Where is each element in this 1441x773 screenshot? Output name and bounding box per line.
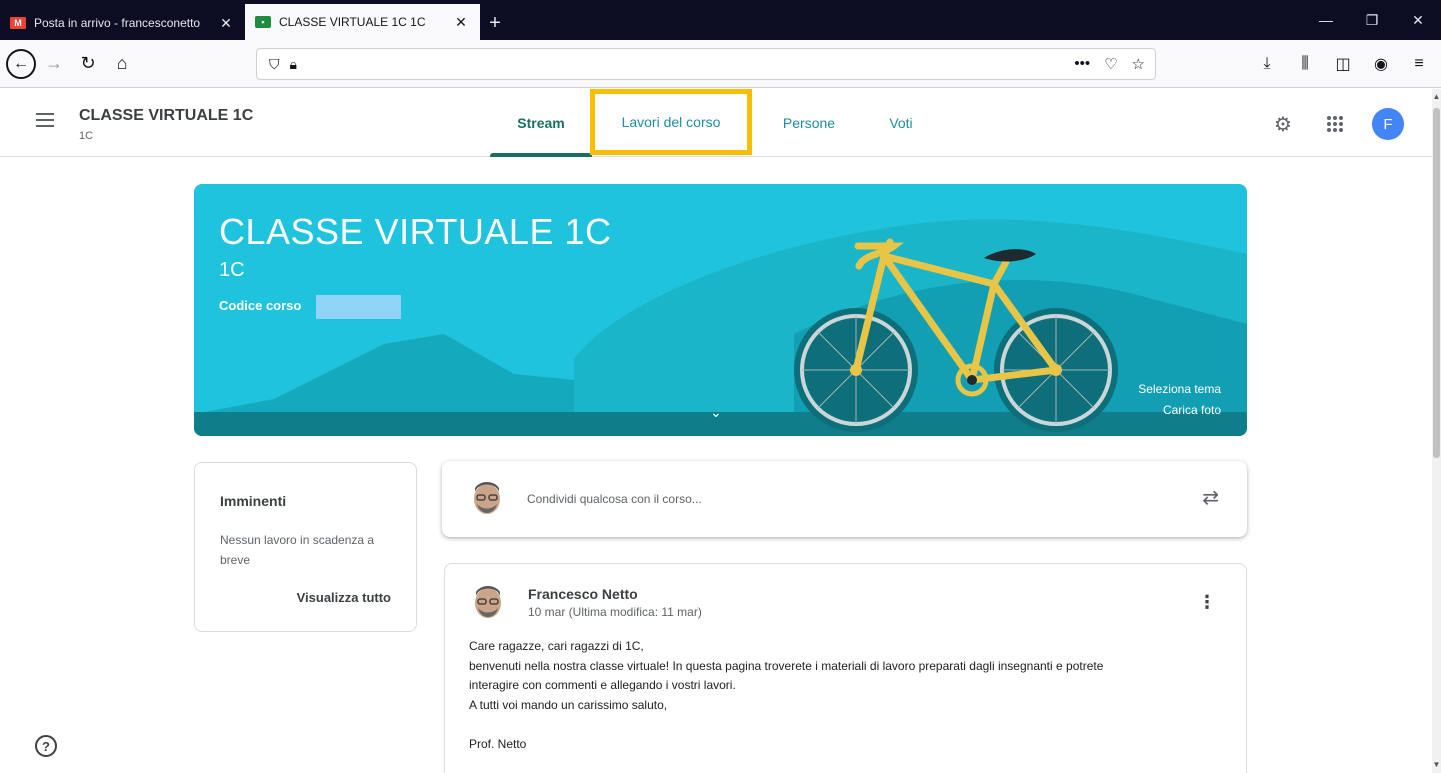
- account-avatar[interactable]: F: [1372, 108, 1404, 140]
- browser-tab-classroom[interactable]: ▪ CLASSE VIRTUALE 1C 1C ✕: [245, 4, 480, 40]
- pocket-icon[interactable]: ♡: [1104, 55, 1117, 73]
- tab-title: Posta in arrivo - francesconetto: [34, 16, 201, 30]
- post-body: Care ragazze, cari ragazzi di 1C, benven…: [469, 637, 1229, 754]
- new-tab-button[interactable]: +: [480, 6, 510, 40]
- tab-persone[interactable]: Persone: [766, 89, 852, 157]
- post-line: interagire con commenti e allegando i vo…: [469, 678, 736, 692]
- upcoming-title: Imminenti: [220, 493, 287, 509]
- view-all-link[interactable]: Visualizza tutto: [297, 590, 391, 605]
- browser-tab-strip: M Posta in arrivo - francesconetto ✕ ▪ C…: [0, 0, 1441, 40]
- help-icon[interactable]: ?: [35, 735, 57, 757]
- upload-photo-link[interactable]: Carica foto: [1163, 403, 1221, 417]
- post-line: Care ragazze, cari ragazzi di 1C,: [469, 639, 644, 653]
- window-controls: — ❐ ✕: [1303, 0, 1441, 40]
- apps-grid-icon[interactable]: [1322, 111, 1348, 137]
- banner-title[interactable]: CLASSE VIRTUALE 1C: [219, 211, 611, 253]
- back-icon[interactable]: ←: [6, 48, 36, 79]
- classroom-icon: ▪: [255, 16, 271, 28]
- class-title[interactable]: CLASSE VIRTUALE 1C: [79, 107, 253, 125]
- class-banner: CLASSE VIRTUALE 1C 1C Codice corso ⌄ Sel…: [194, 184, 1247, 436]
- restore-button[interactable]: ❐: [1349, 0, 1395, 40]
- post-line: A tutti voi mando un carissimo saluto,: [469, 697, 668, 712]
- main-menu-icon[interactable]: [36, 113, 54, 127]
- close-icon[interactable]: ✕: [452, 14, 470, 31]
- page-actions-icon[interactable]: •••: [1074, 55, 1090, 73]
- post-author: Francesco Netto: [528, 586, 638, 602]
- tab-lavori-del-corso[interactable]: Lavori del corso: [590, 89, 752, 155]
- shield-icon[interactable]: ⛉: [269, 56, 280, 73]
- browser-tab-gmail[interactable]: M Posta in arrivo - francesconetto ✕: [0, 6, 245, 40]
- share-placeholder[interactable]: Condividi qualcosa con il corso...: [527, 492, 702, 506]
- announcement-post: Francesco Netto 10 mar (Ultima modifica:…: [444, 563, 1247, 773]
- chevron-down-icon[interactable]: ⌄: [710, 404, 722, 421]
- settings-gear-icon[interactable]: ⚙: [1270, 111, 1296, 137]
- tab-title: CLASSE VIRTUALE 1C 1C: [279, 15, 426, 29]
- course-code-label: Codice corso: [219, 298, 302, 313]
- sidebar-icon[interactable]: ◫: [1327, 48, 1359, 80]
- home-icon[interactable]: ⌂: [106, 48, 138, 80]
- library-icon[interactable]: ⫼: [1289, 48, 1321, 80]
- scrollbar-thumb[interactable]: [1433, 108, 1440, 458]
- post-date: 10 mar (Ultima modifica: 11 mar): [528, 605, 702, 619]
- post-line: benvenuti nella nostra classe virtuale! …: [469, 658, 1104, 673]
- window-close-button[interactable]: ✕: [1395, 0, 1441, 40]
- url-bar[interactable]: ⛉ 🔒︎ ••• ♡ ☆: [256, 48, 1156, 80]
- course-code-redacted: [316, 295, 401, 319]
- bookmark-star-icon[interactable]: ☆: [1132, 55, 1145, 73]
- forward-icon[interactable]: →: [38, 48, 70, 80]
- post-signature: Prof. Netto: [469, 736, 527, 751]
- close-icon[interactable]: ✕: [217, 15, 235, 32]
- browser-toolbar: ← → ↻ ⌂ ⛉ 🔒︎ ••• ♡ ☆ ⤓ ⫼ ◫ ◉ ≡: [0, 40, 1441, 88]
- minimize-button[interactable]: —: [1303, 0, 1349, 40]
- banner-section: 1C: [219, 259, 245, 281]
- classroom-header: CLASSE VIRTUALE 1C 1C Stream Lavori del …: [0, 89, 1432, 157]
- download-icon[interactable]: ⤓: [1251, 48, 1283, 80]
- reload-icon[interactable]: ↻: [72, 48, 104, 80]
- scroll-down-icon[interactable]: ▼: [1432, 760, 1441, 772]
- upcoming-empty-text: Nessun lavoro in scadenza a breve: [220, 533, 375, 567]
- upcoming-card: Imminenti Nessun lavoro in scadenza a br…: [194, 462, 417, 632]
- repost-icon[interactable]: ⇄: [1202, 485, 1219, 510]
- select-theme-link[interactable]: Seleziona tema: [1138, 382, 1221, 396]
- tab-voti[interactable]: Voti: [870, 89, 932, 157]
- menu-icon[interactable]: ≡: [1403, 48, 1435, 80]
- gmail-icon: M: [10, 17, 26, 29]
- lock-icon[interactable]: 🔒︎: [290, 56, 297, 73]
- scroll-up-icon[interactable]: ▲: [1432, 92, 1441, 104]
- tab-stream[interactable]: Stream: [490, 89, 592, 157]
- account-icon[interactable]: ◉: [1365, 48, 1397, 80]
- user-avatar: [474, 482, 500, 514]
- more-vert-icon[interactable]: ⋮: [1198, 592, 1216, 613]
- author-avatar: [475, 586, 501, 618]
- class-section: 1C: [79, 130, 94, 142]
- share-box[interactable]: Condividi qualcosa con il corso... ⇄: [442, 461, 1247, 537]
